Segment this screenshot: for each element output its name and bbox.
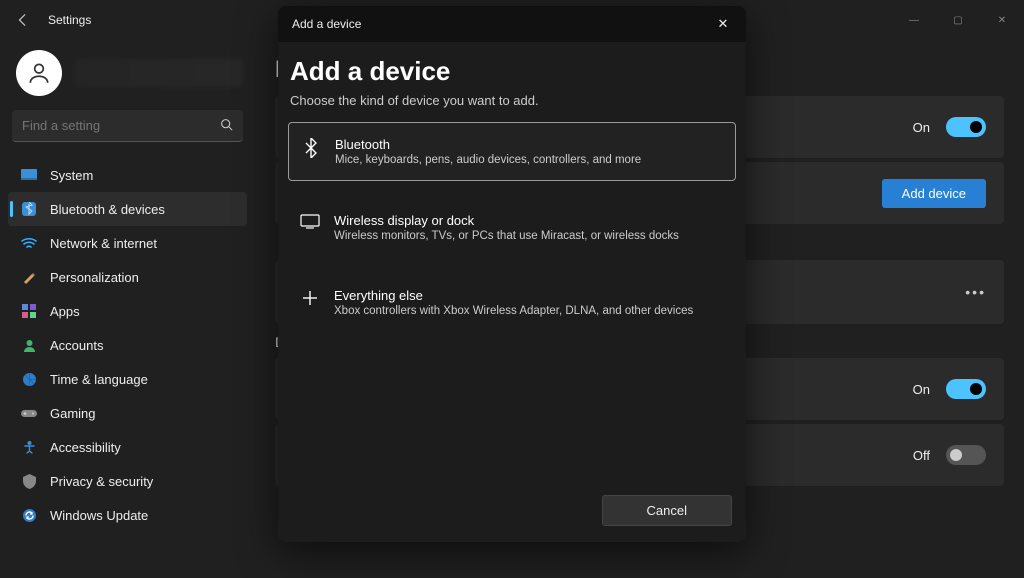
device-option-everything-else[interactable]: Everything else Xbox controllers with Xb… (288, 274, 736, 331)
sidebar: System Bluetooth & devices Network & int… (0, 40, 255, 578)
person-icon (26, 60, 52, 86)
dialog-footer: Cancel (288, 495, 736, 532)
search-icon (220, 118, 233, 134)
sidebar-item-accounts[interactable]: Accounts (8, 328, 247, 362)
apps-icon (20, 302, 38, 320)
system-icon (20, 166, 38, 184)
avatar (16, 50, 62, 96)
window-title: Settings (48, 13, 91, 27)
profile-block[interactable] (8, 50, 247, 110)
sidebar-item-network[interactable]: Network & internet (8, 226, 247, 260)
display-icon (300, 214, 320, 229)
dialog-heading: Add a device (290, 56, 736, 87)
device-option-wireless-display[interactable]: Wireless display or dock Wireless monito… (288, 199, 736, 256)
sidebar-nav: System Bluetooth & devices Network & int… (8, 158, 247, 532)
gaming-icon (20, 404, 38, 422)
settings-window: Settings — ▢ ✕ System Blu (0, 0, 1024, 578)
toggle-state-label: On (913, 120, 930, 135)
wifi-icon (20, 234, 38, 252)
maximize-button[interactable]: ▢ (936, 5, 980, 35)
option-desc: Mice, keyboards, pens, audio devices, co… (335, 154, 723, 166)
bluetooth-icon (301, 138, 321, 158)
metered-toggle[interactable] (946, 445, 986, 465)
add-device-dialog: Add a device ✕ Add a device Choose the k… (278, 6, 746, 542)
sidebar-item-label: Accessibility (50, 440, 121, 455)
update-icon (20, 506, 38, 524)
sidebar-item-label: Network & internet (50, 236, 157, 251)
dialog-title: Add a device (292, 17, 361, 31)
more-icon[interactable]: ••• (965, 284, 986, 300)
sidebar-item-time-language[interactable]: Time & language (8, 362, 247, 396)
sidebar-item-system[interactable]: System (8, 158, 247, 192)
close-window-button[interactable]: ✕ (980, 5, 1024, 35)
sidebar-item-label: Personalization (50, 270, 139, 285)
option-desc: Xbox controllers with Xbox Wireless Adap… (334, 305, 724, 317)
sidebar-item-personalization[interactable]: Personalization (8, 260, 247, 294)
back-arrow-icon (16, 13, 30, 27)
sidebar-item-privacy[interactable]: Privacy & security (8, 464, 247, 498)
dialog-close-button[interactable]: ✕ (706, 10, 740, 38)
sidebar-item-label: Accounts (50, 338, 103, 353)
personalization-icon (20, 268, 38, 286)
plus-icon (300, 289, 320, 307)
sidebar-item-label: Time & language (50, 372, 148, 387)
setting-toggle[interactable] (946, 379, 986, 399)
sidebar-item-accessibility[interactable]: Accessibility (8, 430, 247, 464)
accessibility-icon (20, 438, 38, 456)
option-desc: Wireless monitors, TVs, or PCs that use … (334, 230, 724, 242)
sidebar-item-apps[interactable]: Apps (8, 294, 247, 328)
dialog-subheading: Choose the kind of device you want to ad… (290, 93, 736, 108)
device-option-bluetooth[interactable]: Bluetooth Mice, keyboards, pens, audio d… (288, 122, 736, 181)
accounts-icon (20, 336, 38, 354)
minimize-button[interactable]: — (892, 5, 936, 35)
sidebar-item-label: Bluetooth & devices (50, 202, 165, 217)
search-input[interactable] (22, 118, 220, 133)
toggle-state-label: Off (913, 448, 930, 463)
back-button[interactable] (8, 5, 38, 35)
time-icon (20, 370, 38, 388)
window-controls: — ▢ ✕ (892, 5, 1024, 35)
privacy-icon (20, 472, 38, 490)
sidebar-item-label: Gaming (50, 406, 96, 421)
sidebar-item-label: System (50, 168, 93, 183)
sidebar-item-label: Apps (50, 304, 80, 319)
toggle-state-label: On (913, 382, 930, 397)
search-input-wrapper[interactable] (12, 110, 243, 142)
cancel-button[interactable]: Cancel (602, 495, 732, 526)
sidebar-item-windows-update[interactable]: Windows Update (8, 498, 247, 532)
dialog-titlebar: Add a device ✕ (278, 6, 746, 42)
bluetooth-toggle[interactable] (946, 117, 986, 137)
sidebar-item-label: Privacy & security (50, 474, 153, 489)
sidebar-item-gaming[interactable]: Gaming (8, 396, 247, 430)
option-title: Bluetooth (335, 137, 723, 152)
option-title: Everything else (334, 288, 724, 303)
bluetooth-icon (20, 200, 38, 218)
sidebar-item-label: Windows Update (50, 508, 148, 523)
add-device-button[interactable]: Add device (882, 179, 986, 208)
sidebar-item-bluetooth-devices[interactable]: Bluetooth & devices (8, 192, 247, 226)
profile-info-redacted (74, 59, 243, 87)
option-title: Wireless display or dock (334, 213, 724, 228)
dialog-body: Add a device Choose the kind of device y… (278, 42, 746, 542)
